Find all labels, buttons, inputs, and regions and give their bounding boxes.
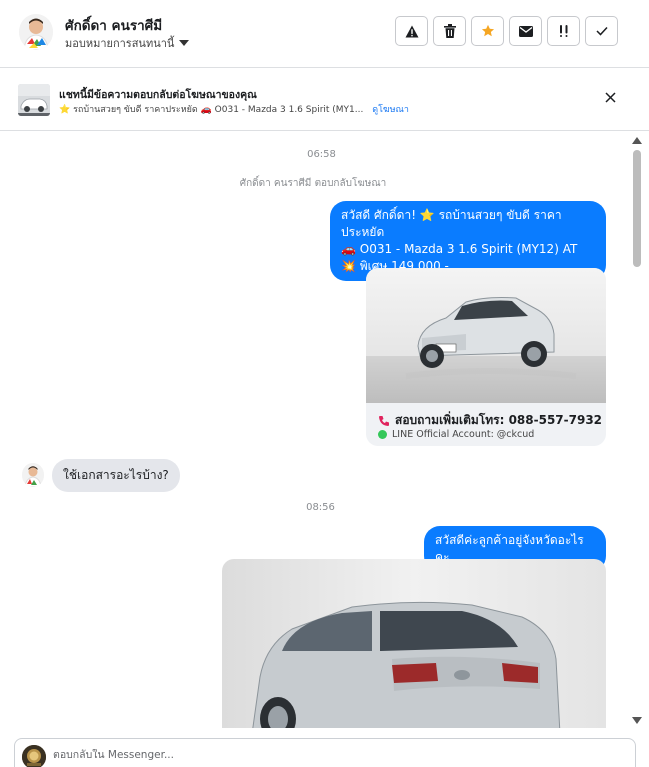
scroll-down-arrow[interactable] [632,717,642,724]
ad-reply-banner: แชทนี้มีข้อความตอบกลับต่อโฆษณาของคุณ ⭐ ร… [0,69,649,131]
message-line: 🚗 O031 - Mazda 3 1.6 Spirit (MY12) AT [341,242,578,256]
phone-icon [379,415,389,426]
caret-down-icon [179,40,190,46]
close-icon [605,92,616,103]
timestamp: 08:56 [306,502,335,513]
assign-label: มอบหมายการสนทนานี้ [65,37,175,50]
mark-spam-button[interactable] [395,16,428,46]
incoming-message[interactable]: ใช้เอกสารอะไรบ้าง? [52,459,180,492]
card-line-text: LINE Official Account: @ckcud [378,429,534,440]
conversation-actions [395,16,618,46]
trash-icon [443,24,456,38]
line-status-icon [378,430,387,439]
mark-unread-button[interactable] [509,16,542,46]
scroll-up-arrow[interactable] [632,137,642,144]
ad-title-text: ⭐ รถบ้านสวยๆ ขับดี ราคาประหยัด 🚗 O031 - … [59,105,364,115]
contact-avatar-small[interactable] [22,463,44,487]
ad-thumbnail[interactable] [18,84,50,116]
system-note: ศักดิ์ดา คนราศีมี ตอบกลับโฆษณา [239,178,387,189]
assign-conversation-dropdown[interactable]: มอบหมายการสนทนานี้ [65,34,190,52]
warning-icon [405,25,418,37]
message-thread[interactable]: 06:58 ศักดิ์ดา คนราศีมี ตอบกลับโฆษณา สวั… [0,132,649,728]
message-line: สวัสดี ศักดิ์ดา! ⭐ รถบ้านสวยๆ ขับดี ราคา… [341,208,562,239]
exclamation-icon [559,25,567,37]
star-icon [481,24,494,37]
card-line-label: LINE Official Account: @ckcud [392,429,535,440]
follow-up-button[interactable] [547,16,580,46]
ad-card-message[interactable]: สอบถามเพิ่มเติมโทร: 088-557-7932 LINE Of… [366,268,606,446]
car-photo [366,268,606,403]
card-phone-label: สอบถามเพิ่มเติมโทร: 088-557-7932 [395,413,603,427]
reply-input[interactable] [53,749,613,761]
card-phone-text: สอบถามเพิ่มเติมโทร: 088-557-7932 [378,411,602,430]
timestamp: 06:58 [307,149,336,160]
car-rear-photo[interactable] [222,559,606,728]
star-button[interactable] [471,16,504,46]
envelope-icon [518,25,533,37]
ad-banner-subtitle: ⭐ รถบ้านสวยๆ ขับดี ราคาประหยัด 🚗 O031 - … [59,102,409,116]
delete-button[interactable] [433,16,466,46]
page-avatar [22,745,46,767]
contact-avatar[interactable] [19,14,53,50]
conversation-header: ศักดิ์ดา คนราศีมี มอบหมายการสนทนานี้ [0,0,649,68]
reply-composer [14,738,636,767]
contact-name: ศักดิ์ดา คนราศีมี [65,18,163,34]
view-ad-link[interactable]: ดูโฆษณา [372,105,409,115]
ad-banner-title: แชทนี้มีข้อความตอบกลับต่อโฆษณาของคุณ [59,89,257,101]
scrollbar-thumb[interactable] [633,150,641,267]
close-banner-button[interactable] [605,88,616,107]
checkmark-icon [595,26,608,36]
mark-done-button[interactable] [585,16,618,46]
